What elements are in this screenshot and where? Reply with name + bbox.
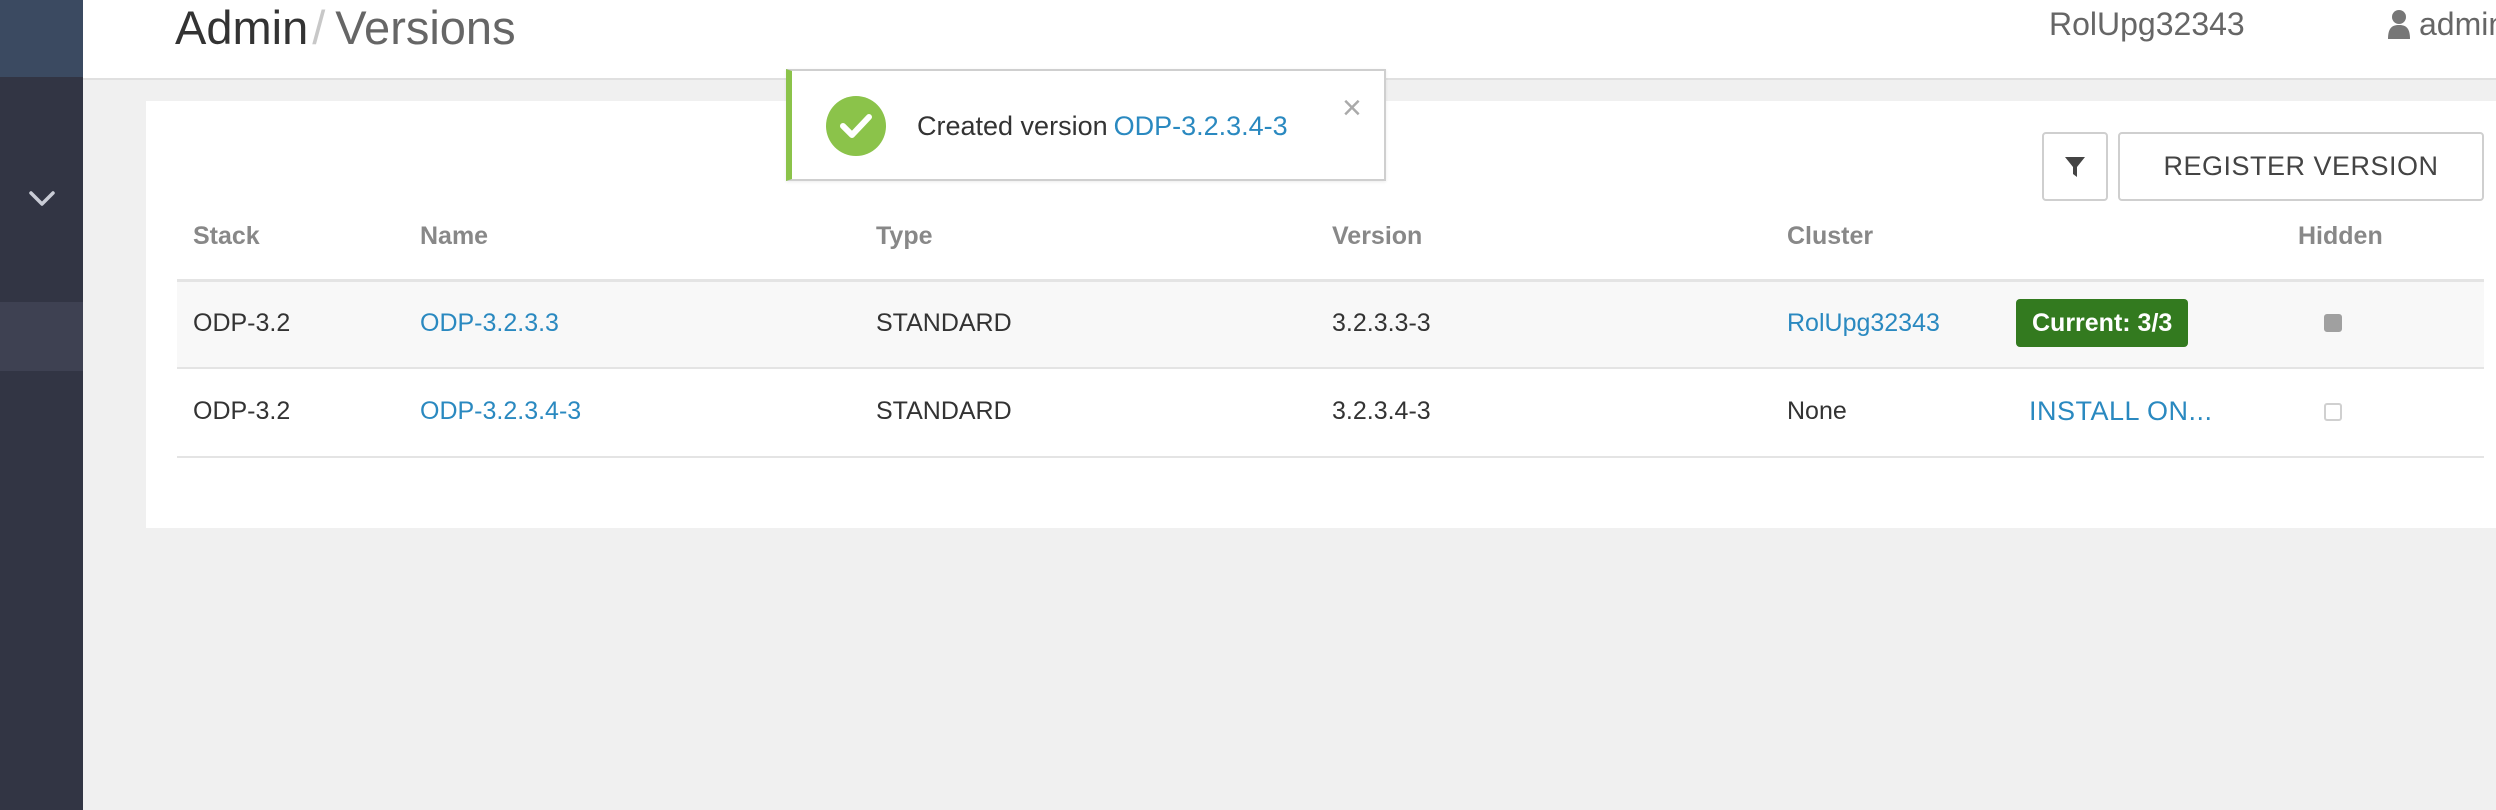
cell-version: 3.2.3.4-3 (1332, 397, 1431, 425)
cell-cluster: None (1787, 397, 1847, 425)
breadcrumb-versions: Versions (335, 1, 516, 54)
cell-stack: ODP-3.2 (193, 397, 291, 425)
sidebar-toggle[interactable] (0, 172, 83, 226)
sidebar-item-active[interactable] (0, 302, 83, 371)
breadcrumb-separator: / (312, 1, 326, 54)
user-icon (2388, 10, 2410, 39)
notification-message: Created version ODP-3.2.3.4-3 (917, 109, 1288, 143)
column-header-hidden[interactable]: Hidden (2298, 219, 2383, 253)
breadcrumb-admin[interactable]: Admin (175, 1, 308, 54)
filter-button[interactable] (2042, 132, 2108, 201)
cell-stack: ODP-3.2 (193, 309, 291, 337)
filter-icon (2065, 156, 2085, 177)
version-name-link[interactable]: ODP-3.2.3.4-3 (420, 394, 581, 428)
chevron-down-icon (28, 191, 55, 206)
breadcrumb: Admin/Versions (175, 0, 516, 56)
hidden-checkbox[interactable] (2324, 403, 2342, 421)
notification-text: Created version (917, 111, 1108, 141)
column-header-stack[interactable]: Stack (193, 219, 260, 253)
cell-type: STANDARD (876, 309, 1012, 337)
column-header-name[interactable]: Name (420, 219, 488, 253)
top-header: Admin/Versions RolUpg32343 admin (83, 0, 2496, 80)
cell-version: 3.2.3.3-3 (1332, 309, 1431, 337)
user-menu[interactable]: admin (2387, 2, 2496, 46)
close-icon[interactable]: × (1342, 91, 1362, 125)
check-circle-icon (826, 96, 886, 156)
sidebar-logo-block[interactable] (0, 0, 83, 77)
column-header-version[interactable]: Version (1332, 219, 1422, 253)
cell-type: STANDARD (876, 397, 1012, 425)
cluster-name: RolUpg32343 (2049, 6, 2245, 42)
notification-version-link[interactable]: ODP-3.2.3.4-3 (1114, 111, 1288, 141)
cluster-link[interactable]: RolUpg32343 (1787, 306, 1940, 340)
sidebar (0, 0, 83, 810)
register-version-button[interactable]: REGISTER VERSION (2118, 132, 2484, 201)
version-name-link[interactable]: ODP-3.2.3.3 (420, 306, 559, 340)
success-notification: Created version ODP-3.2.3.4-3 × (786, 69, 1386, 181)
hidden-checkbox[interactable] (2324, 314, 2342, 332)
column-header-type[interactable]: Type (876, 219, 933, 253)
install-on-link[interactable]: INSTALL ON... (2029, 396, 2213, 427)
current-status-badge: Current: 3/3 (2016, 299, 2189, 347)
column-header-cluster[interactable]: Cluster (1787, 219, 1873, 253)
user-name: admin (2419, 6, 2496, 42)
